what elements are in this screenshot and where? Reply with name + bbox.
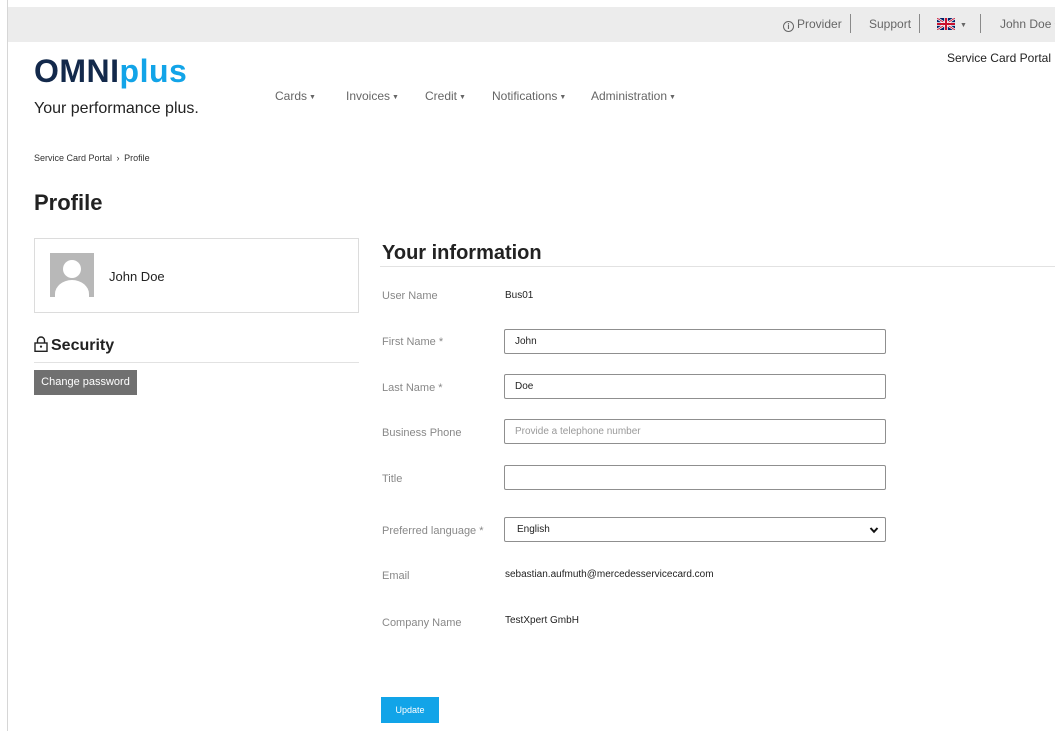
- topbar-divider: [850, 14, 851, 33]
- provider-label: Provider: [797, 17, 842, 31]
- chevron-down-icon[interactable]: ▼: [958, 17, 967, 31]
- nav-cards[interactable]: Cards ▼: [275, 89, 316, 103]
- nav-cards-label: Cards: [275, 89, 308, 103]
- profile-name: John Doe: [109, 269, 165, 284]
- topbar-divider: [919, 14, 920, 33]
- provider-link[interactable]: i Provider: [783, 17, 842, 32]
- page-title: Profile: [34, 190, 103, 215]
- nav-notifications[interactable]: Notifications ▼: [492, 89, 566, 103]
- chevron-down-icon: ▼: [459, 94, 466, 101]
- top-utility-bar: iProvider Support ▼ John Doe▼: [8, 7, 1055, 42]
- security-title: Security: [51, 337, 115, 354]
- first-name-input[interactable]: [504, 329, 886, 354]
- chevron-down-icon: ▼: [559, 94, 567, 101]
- portal-name: Service Card Portal: [946, 51, 1051, 65]
- last-name-label: Last Name *: [382, 382, 443, 394]
- breadcrumb-current: Profile: [124, 153, 150, 163]
- business-phone-input[interactable]: [504, 419, 886, 444]
- lock-icon: [34, 336, 48, 352]
- uk-flag-icon[interactable]: [937, 18, 955, 30]
- security-heading: Security: [34, 336, 114, 355]
- first-name-label: First Name *: [382, 336, 444, 348]
- chevron-down-icon: ▼: [669, 94, 676, 101]
- nav-administration[interactable]: Administration ▼: [591, 89, 676, 103]
- form-title: Your information: [382, 242, 542, 264]
- tagline: Your performance plus.: [34, 100, 199, 117]
- logo-omni: OMNI: [34, 53, 120, 89]
- user-menu[interactable]: John Doe▼: [1000, 17, 1055, 31]
- breadcrumb: Service Card Portal › Profile: [34, 153, 150, 163]
- nav-invoices[interactable]: Invoices ▼: [346, 89, 399, 103]
- business-phone-label: Business Phone: [382, 427, 462, 439]
- user-name-label: User Name: [382, 290, 438, 302]
- divider: [34, 362, 359, 363]
- support-link[interactable]: Support: [869, 17, 911, 31]
- omniplus-logo[interactable]: OMNIplus: [34, 52, 187, 90]
- preferred-language-value: English: [517, 524, 550, 535]
- avatar-icon: [50, 253, 94, 297]
- nav-invoices-label: Invoices: [346, 89, 391, 103]
- chevron-down-icon: ▼: [309, 94, 316, 101]
- title-label: Title: [382, 473, 403, 485]
- last-name-input[interactable]: [504, 374, 886, 399]
- change-password-button[interactable]: Change password: [34, 370, 137, 395]
- preferred-language-select[interactable]: English: [504, 517, 886, 542]
- breadcrumb-root[interactable]: Service Card Portal: [34, 153, 112, 163]
- divider: [380, 266, 1055, 267]
- breadcrumb-separator: ›: [116, 153, 120, 163]
- info-icon: i: [783, 21, 794, 32]
- company-name-label: Company Name: [382, 617, 462, 629]
- preferred-language-label: Preferred language *: [382, 525, 484, 537]
- nav-notifications-label: Notifications: [492, 89, 558, 103]
- chevron-down-icon: ▼: [392, 94, 399, 101]
- update-button[interactable]: Update: [381, 697, 439, 723]
- page-left-border: [7, 0, 8, 731]
- nav-credit-label: Credit: [425, 89, 458, 103]
- profile-card: John Doe: [34, 238, 359, 313]
- nav-credit[interactable]: Credit ▼: [425, 89, 466, 103]
- nav-administration-label: Administration: [591, 89, 668, 103]
- email-label: Email: [382, 570, 410, 582]
- chevron-down-icon: [869, 527, 879, 534]
- company-name-value: TestXpert GmbH: [505, 615, 579, 626]
- user-menu-label: John Doe: [1000, 17, 1052, 31]
- email-value: sebastian.aufmuth@mercedesservicecard.co…: [505, 569, 714, 580]
- title-input[interactable]: [504, 465, 886, 490]
- user-name-value: Bus01: [505, 290, 534, 301]
- logo-plus: plus: [119, 53, 188, 89]
- topbar-divider: [980, 14, 981, 33]
